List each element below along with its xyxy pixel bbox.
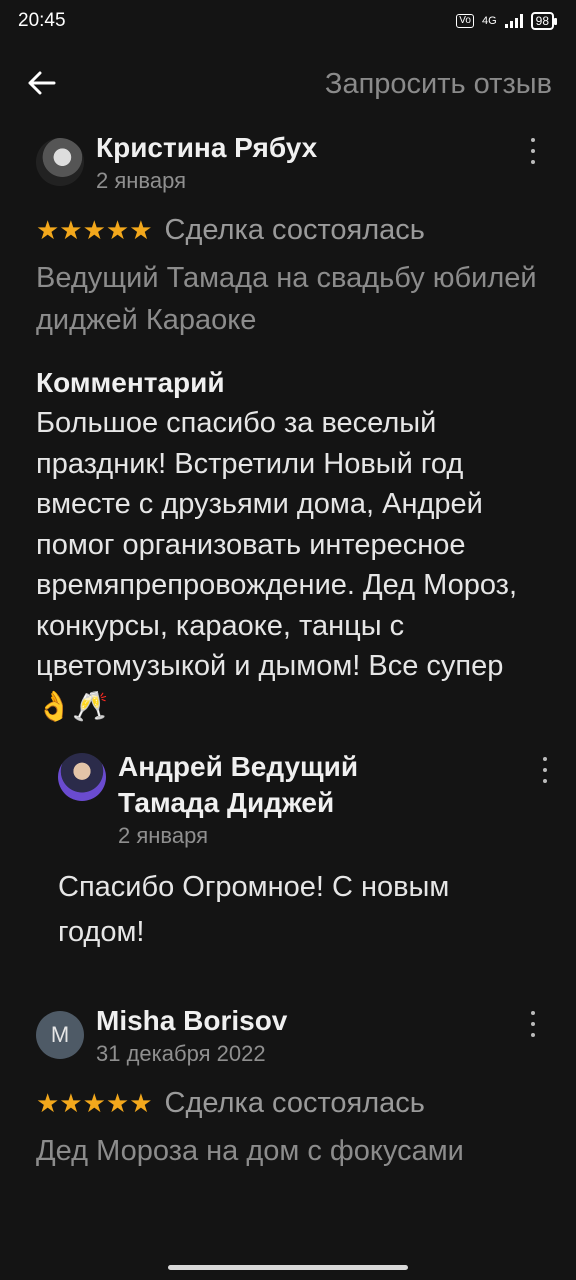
comment-text: Большое спасибо за веселый праздник! Вст…: [36, 407, 518, 723]
app-bar: Запросить отзыв: [0, 42, 576, 126]
avatar[interactable]: [36, 138, 84, 186]
more-vert-icon[interactable]: [528, 1011, 538, 1037]
battery-icon: 98: [530, 12, 558, 30]
seller-reply: Андрей Ведущий Тамада Диджей 2 января Сп…: [36, 749, 547, 955]
reply-date: 2 января: [118, 823, 208, 848]
review-author[interactable]: Misha Borisov: [96, 1003, 287, 1039]
arrow-left-icon[interactable]: [28, 67, 56, 101]
star-rating-icon: ★★★★★: [36, 215, 153, 245]
avatar[interactable]: M: [36, 1011, 84, 1059]
review-card: Кристина Рябух 2 января ★★★★★ Сделка сос…: [0, 130, 576, 955]
reply-text: Спасибо Огромное! С новым годом!: [58, 871, 450, 948]
rating-row: ★★★★★ Сделка состоялась: [36, 214, 540, 247]
review-date: 2 января: [96, 168, 186, 193]
home-indicator[interactable]: [168, 1265, 408, 1270]
avatar[interactable]: [58, 753, 106, 801]
more-vert-icon[interactable]: [528, 138, 538, 164]
status-icons: Vo 4G 98: [456, 12, 558, 30]
status-bar: 20:45 Vo 4G 98: [0, 0, 576, 42]
service-title[interactable]: Дед Мороза на дом с фокусами: [36, 1130, 540, 1172]
review-header: Кристина Рябух 2 января: [36, 130, 540, 194]
rating-row: ★★★★★ Сделка состоялась: [36, 1087, 540, 1120]
more-vert-icon[interactable]: [540, 757, 550, 783]
signal-icon: [504, 14, 523, 28]
request-review-button[interactable]: Запросить отзыв: [325, 68, 552, 101]
review-header: M Misha Borisov 31 декабря 2022: [36, 1003, 540, 1067]
reply-author[interactable]: Андрей Ведущий Тамада Диджей: [118, 749, 418, 821]
review-card: M Misha Borisov 31 декабря 2022 ★★★★★ Сд…: [0, 1003, 576, 1172]
reply-header: Андрей Ведущий Тамада Диджей 2 января: [58, 749, 547, 849]
deal-status: Сделка состоялась: [164, 214, 425, 246]
review-author[interactable]: Кристина Рябух: [96, 130, 317, 166]
comment-heading: Комментарий: [36, 367, 225, 398]
volte-icon: Vo: [456, 14, 474, 28]
review-date: 31 декабря 2022: [96, 1041, 266, 1066]
network-label: 4G: [481, 15, 497, 27]
deal-status: Сделка состоялась: [164, 1087, 425, 1119]
star-rating-icon: ★★★★★: [36, 1088, 153, 1118]
service-title[interactable]: Ведущий Тамада на свадьбу юбилей диджей …: [36, 257, 540, 341]
status-time: 20:45: [18, 10, 66, 31]
reviews-list: Кристина Рябух 2 января ★★★★★ Сделка сос…: [0, 130, 576, 1172]
